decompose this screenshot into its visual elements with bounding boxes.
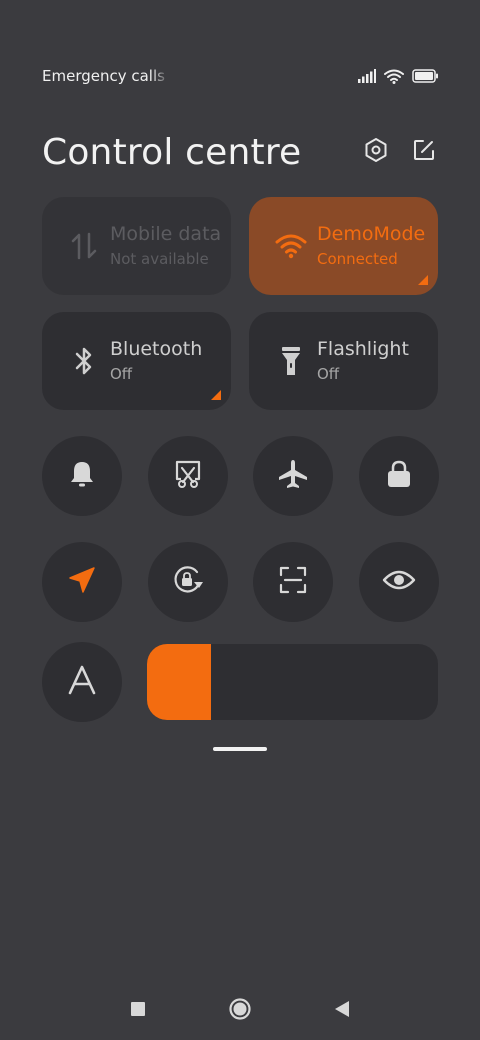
home-button[interactable] (225, 996, 255, 1026)
toggle-sound[interactable] (42, 436, 122, 516)
settings-button[interactable] (362, 138, 390, 166)
toggle-screenshot[interactable] (148, 436, 228, 516)
header: Control centre (42, 126, 438, 178)
tile-bluetooth-status: Off (110, 365, 133, 383)
bell-icon (68, 459, 96, 493)
location-arrow-icon (67, 565, 97, 599)
lock-icon (385, 459, 413, 493)
toggle-lock-screen[interactable] (359, 436, 439, 516)
screenshot-scissors-icon (173, 459, 203, 493)
page-title: Control centre (42, 131, 302, 173)
back-triangle-icon (334, 1000, 350, 1022)
recents-button[interactable] (123, 996, 153, 1026)
mobile-data-arrows-icon (68, 230, 100, 262)
home-circle-icon (228, 997, 252, 1025)
back-button[interactable] (327, 996, 357, 1026)
tile-wifi-status: Connected (317, 250, 398, 268)
edit-button[interactable] (410, 138, 438, 166)
rotation-lock-icon (171, 563, 205, 601)
brightness-slider[interactable] (147, 644, 438, 720)
tile-mobile-data-status: Not available (110, 250, 209, 268)
navigation-bar (0, 990, 480, 1032)
tile-flashlight[interactable]: Flashlight Off (249, 312, 438, 410)
toggle-scanner[interactable] (253, 542, 333, 622)
status-bar: Emergency calls only (42, 64, 438, 88)
carrier-text: Emergency calls only (42, 67, 170, 85)
tile-bluetooth-label: Bluetooth (110, 338, 203, 360)
header-actions (362, 138, 438, 166)
wifi-icon (275, 230, 307, 262)
wifi-expand-corner[interactable] (418, 275, 428, 285)
tile-wifi-label: DemoMode (317, 223, 426, 245)
status-icons (358, 69, 438, 84)
auto-brightness-button[interactable] (42, 642, 122, 722)
tile-mobile-data-label: Mobile data (110, 223, 222, 245)
eye-icon (382, 568, 416, 596)
flashlight-icon (275, 345, 307, 377)
bluetooth-icon (68, 345, 100, 377)
edit-icon (412, 138, 436, 166)
tile-flashlight-status: Off (317, 365, 340, 383)
bluetooth-expand-corner[interactable] (211, 390, 221, 400)
tile-bluetooth[interactable]: Bluetooth Off (42, 312, 231, 410)
airplane-icon (277, 458, 309, 494)
tile-flashlight-label: Flashlight (317, 338, 409, 360)
toggle-airplane-mode[interactable] (253, 436, 333, 516)
toggle-reading-mode[interactable] (359, 542, 439, 622)
panel-handle[interactable] (213, 747, 267, 751)
tile-mobile-data[interactable]: Mobile data Not available (42, 197, 231, 295)
wifi-icon (384, 69, 404, 84)
recents-square-icon (130, 1001, 146, 1021)
tile-wifi[interactable]: DemoMode Connected (249, 197, 438, 295)
settings-hexagon-icon (363, 137, 389, 167)
auto-brightness-icon (67, 664, 97, 700)
signal-icon (358, 69, 376, 83)
toggle-location[interactable] (42, 542, 122, 622)
toggle-rotation-lock[interactable] (148, 542, 228, 622)
scan-icon (278, 565, 308, 599)
battery-icon (412, 69, 438, 83)
brightness-level-fill (147, 644, 212, 720)
